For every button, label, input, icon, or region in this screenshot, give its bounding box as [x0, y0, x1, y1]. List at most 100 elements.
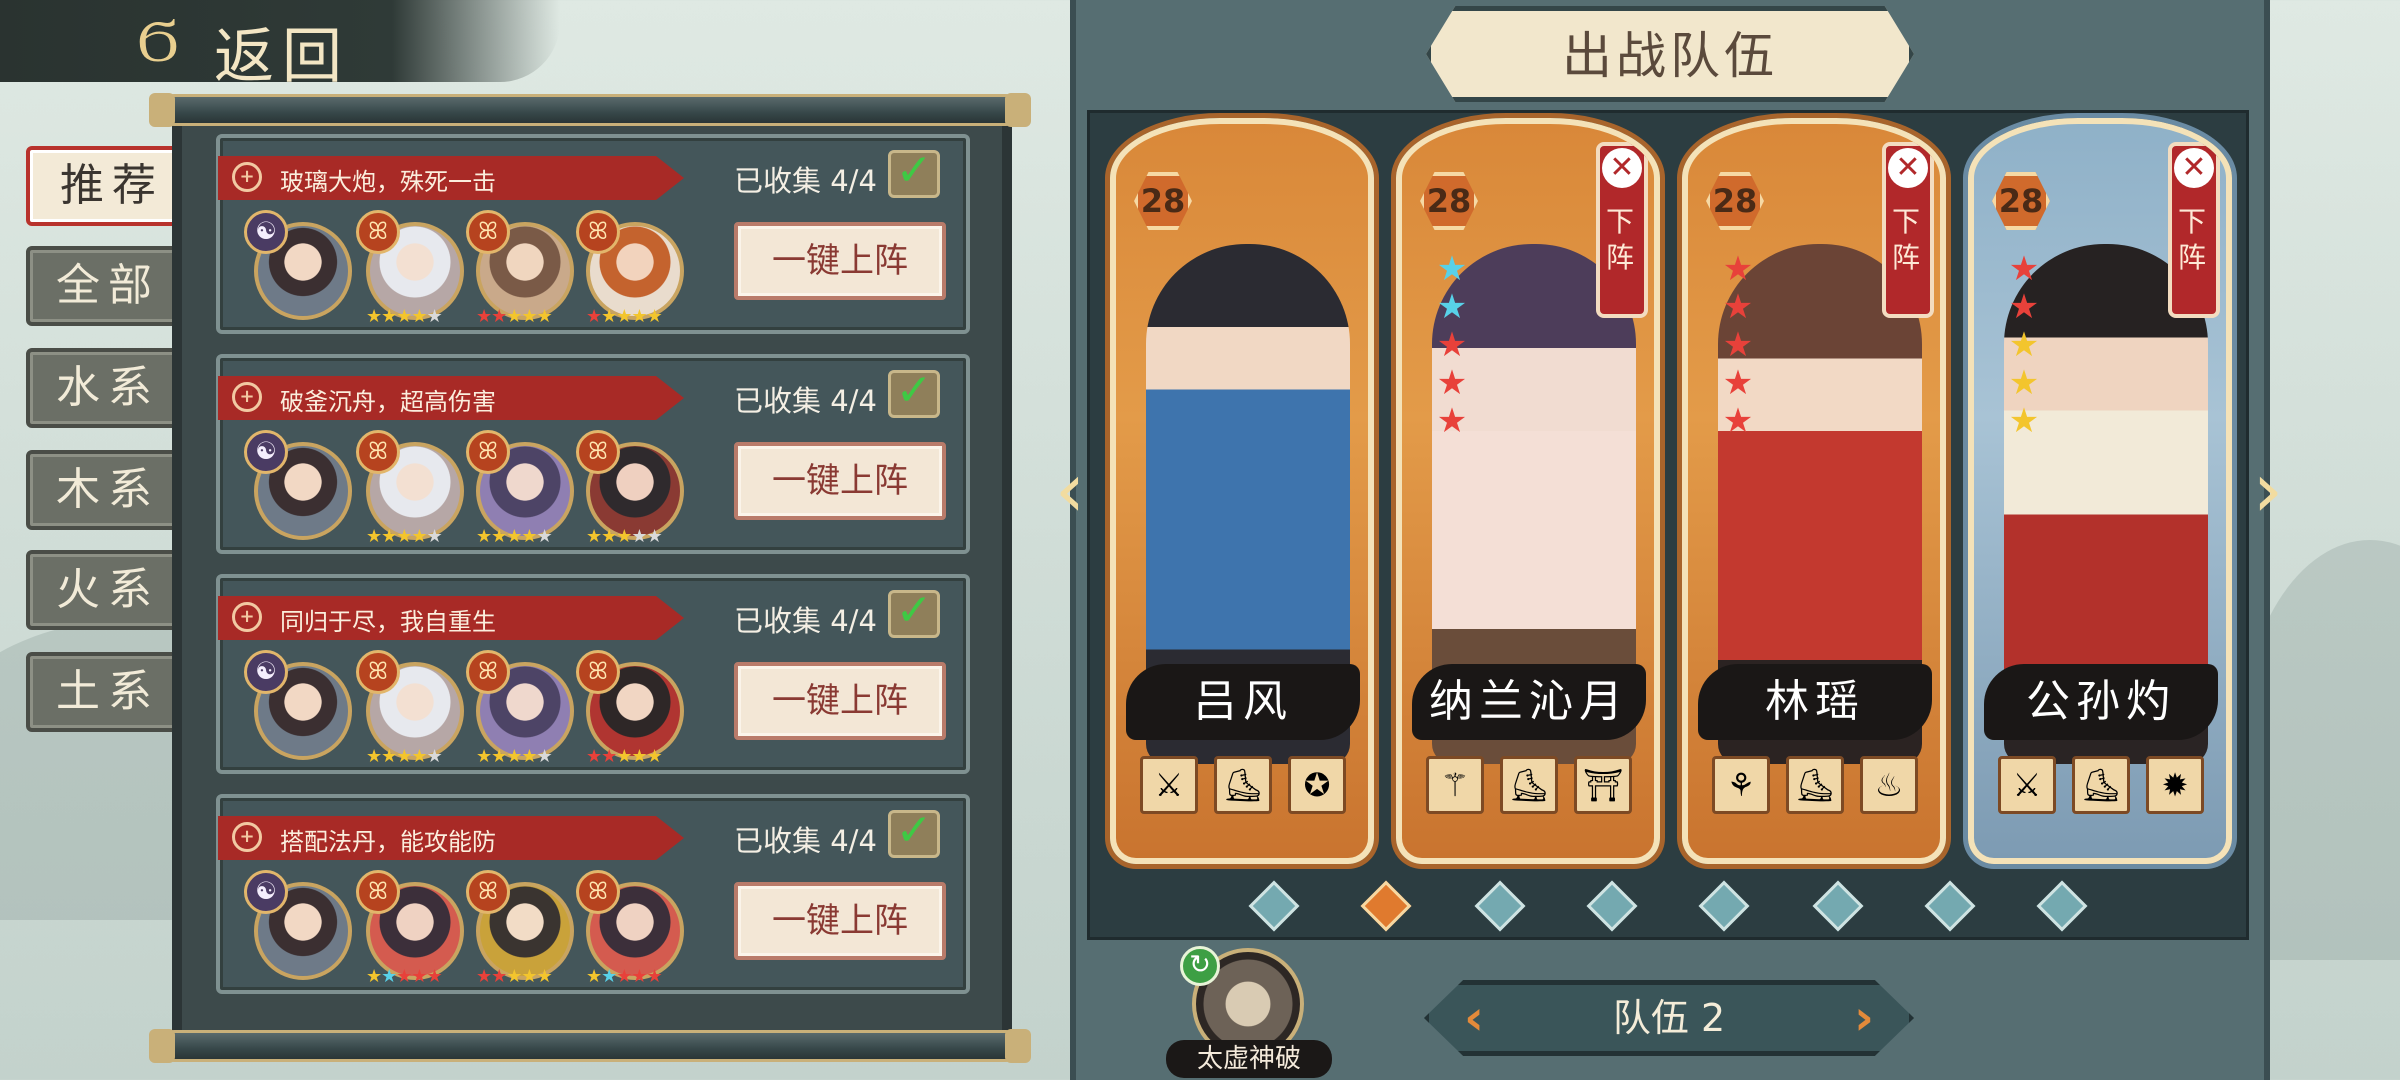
- collected-count: 已收集 4/4: [734, 384, 877, 418]
- chevron-right-icon[interactable]: ›: [2244, 450, 2292, 530]
- boots-icon[interactable]: ⛸: [1214, 756, 1272, 814]
- sword-icon[interactable]: ⚔: [1140, 756, 1198, 814]
- fire-element-icon: ꕤ: [466, 430, 510, 474]
- quick-deploy-button[interactable]: 一键上阵: [734, 662, 946, 740]
- back-bar[interactable]: Ϭ 返回: [0, 0, 560, 92]
- remove-hero-button[interactable]: ✕ 下阵: [1882, 142, 1934, 318]
- remove-label: 下阵: [2178, 205, 2207, 274]
- close-icon: ✕: [1602, 148, 1642, 188]
- tab-water[interactable]: 水系: [26, 348, 190, 428]
- fire-element-icon: ꕤ: [356, 650, 400, 694]
- equipment-row: ⚘ ⛸ ♨: [1712, 756, 1924, 818]
- tab-wood[interactable]: 木系: [26, 450, 190, 530]
- sword-icon[interactable]: ⚔: [1998, 756, 2056, 814]
- star-rating: ★★★★★: [1436, 249, 1468, 441]
- equipment-row: ⚚ ⛸ ⛩: [1426, 756, 1638, 818]
- magnify-icon[interactable]: +: [232, 382, 262, 412]
- hero-card[interactable]: 28 吕风 ⚔ ⛸ ✪: [1110, 118, 1374, 864]
- scroll-rod-bottom: [149, 1029, 1031, 1063]
- hero-card[interactable]: 28 ★ ★ ★ ★ ★ ✕ 下阵 纳兰沁月 ⚚ ⛸ ⛩: [1396, 118, 1660, 864]
- remove-hero-button[interactable]: ✕ 下阵: [2168, 142, 2220, 318]
- chevron-right-icon[interactable]: ›: [1842, 990, 1886, 1046]
- level-badge: 28: [1992, 172, 2050, 230]
- hero-name: 林瑶: [1698, 664, 1932, 740]
- magnify-icon[interactable]: +: [232, 602, 262, 632]
- boots-icon[interactable]: ⛸: [1786, 756, 1844, 814]
- team-label: 队伍 2: [1612, 996, 1726, 1040]
- yin-yang-icon: ☯: [244, 650, 288, 694]
- boots-icon[interactable]: ⛸: [1500, 756, 1558, 814]
- tab-all[interactable]: 全部: [26, 246, 190, 326]
- star-rating: ★★★★★: [476, 746, 553, 767]
- refresh-icon[interactable]: ↻: [1180, 946, 1220, 986]
- star-rating: ★★★★★: [586, 306, 663, 327]
- level-badge: 28: [1706, 172, 1764, 230]
- team-title: 破釜沉舟，超高伤害: [280, 388, 496, 416]
- chest-check-icon: ✓: [888, 149, 940, 198]
- star-rating: ★★★★★: [1722, 249, 1754, 441]
- close-icon: ✕: [2174, 148, 2214, 188]
- star-rating: ★★★★★: [366, 966, 443, 987]
- fire-element-icon: ꕤ: [466, 650, 510, 694]
- fire-element-icon: ꕤ: [576, 870, 620, 914]
- team-card: + 搭配法丹，能攻能防 已收集 4/4 ✓ ☯ ꕤ ꕤ ꕤ ★★★★★ ★★★★…: [216, 794, 970, 994]
- fire-element-icon: ꕤ: [356, 210, 400, 254]
- skill-label: 太虚神破: [1166, 1040, 1332, 1078]
- star-rating: ★★★★★: [476, 526, 553, 547]
- magnify-icon[interactable]: +: [232, 822, 262, 852]
- collected-count: 已收集 4/4: [734, 604, 877, 638]
- team-title: 同归于尽，我自重生: [280, 608, 496, 636]
- star-rating: ★★★★★: [366, 526, 443, 547]
- team-banner: + 破釜沉舟，超高伤害: [218, 376, 684, 420]
- star-rating: ★★★★★: [586, 526, 663, 547]
- quick-deploy-button[interactable]: 一键上阵: [734, 882, 946, 960]
- fire-element-icon: ꕤ: [466, 870, 510, 914]
- tab-fire[interactable]: 火系: [26, 550, 190, 630]
- remove-hero-button[interactable]: ✕ 下阵: [1596, 142, 1648, 318]
- tab-earth[interactable]: 土系: [26, 652, 190, 732]
- team-card: + 同归于尽，我自重生 已收集 4/4 ✓ ☯ ꕤ ꕤ ꕤ ★★★★★ ★★★★…: [216, 574, 970, 774]
- scroll-rod-top: [149, 93, 1031, 127]
- team-title: 玻璃大炮，殊死一击: [280, 168, 496, 196]
- remove-label: 下阵: [1892, 205, 1921, 274]
- page-title: 出战队伍: [1562, 27, 1778, 85]
- collected-count: 已收集 4/4: [734, 824, 877, 858]
- star-rating: ★★★★★: [586, 966, 663, 987]
- equipment-row: ⚔ ⛸ ✹: [1998, 756, 2210, 818]
- level-badge: 28: [1420, 172, 1478, 230]
- fire-element-icon: ꕤ: [356, 870, 400, 914]
- gourd-icon[interactable]: ♨: [1860, 756, 1918, 814]
- team-title: 搭配法丹，能攻能防: [280, 828, 496, 856]
- chevron-left-icon[interactable]: ‹: [1046, 450, 1094, 530]
- hero-name: 吕风: [1126, 664, 1360, 740]
- star-rating: ★★★★★: [476, 306, 553, 327]
- amulet-icon[interactable]: ✪: [1288, 756, 1346, 814]
- chest-check-icon: ✓: [888, 809, 940, 858]
- back-label: 返回: [214, 22, 350, 92]
- team-banner: + 同归于尽，我自重生: [218, 596, 684, 640]
- chest-check-icon: ✓: [888, 369, 940, 418]
- yin-yang-icon: ☯: [244, 870, 288, 914]
- quick-deploy-button[interactable]: 一键上阵: [734, 442, 946, 520]
- quick-deploy-button[interactable]: 一键上阵: [734, 222, 946, 300]
- boots-icon[interactable]: ⛸: [2072, 756, 2130, 814]
- hero-name: 纳兰沁月: [1412, 664, 1646, 740]
- remove-label: 下阵: [1606, 205, 1635, 274]
- hero-card[interactable]: 28 ★ ★ ★ ★ ★ ✕ 下阵 林瑶 ⚘ ⛸ ♨: [1682, 118, 1946, 864]
- team-banner: + 搭配法丹，能攻能防: [218, 816, 684, 860]
- equipment-row: ⚔ ⛸ ✪: [1140, 756, 1352, 818]
- yin-yang-icon: ☯: [244, 210, 288, 254]
- team-banner: + 玻璃大炮，殊死一击: [218, 156, 684, 200]
- fan-icon[interactable]: ⚘: [1712, 756, 1770, 814]
- collected-count: 已收集 4/4: [734, 164, 877, 198]
- flame-orb-icon[interactable]: ✹: [2146, 756, 2204, 814]
- fire-element-icon: ꕤ: [576, 210, 620, 254]
- spear-icon[interactable]: ⚚: [1426, 756, 1484, 814]
- pagoda-icon[interactable]: ⛩: [1574, 756, 1632, 814]
- team-card: + 玻璃大炮，殊死一击 已收集 4/4 ✓ ☯ ꕤ ꕤ ꕤ ★★★★★ ★★★★…: [216, 134, 970, 334]
- magnify-icon[interactable]: +: [232, 162, 262, 192]
- hero-card[interactable]: 28 ★ ★ ★ ★ ★ ✕ 下阵 公孙灼 ⚔ ⛸ ✹: [1968, 118, 2232, 864]
- fire-element-icon: ꕤ: [576, 650, 620, 694]
- fire-element-icon: ꕤ: [356, 430, 400, 474]
- cloud-swirl-icon: Ϭ: [137, 7, 179, 75]
